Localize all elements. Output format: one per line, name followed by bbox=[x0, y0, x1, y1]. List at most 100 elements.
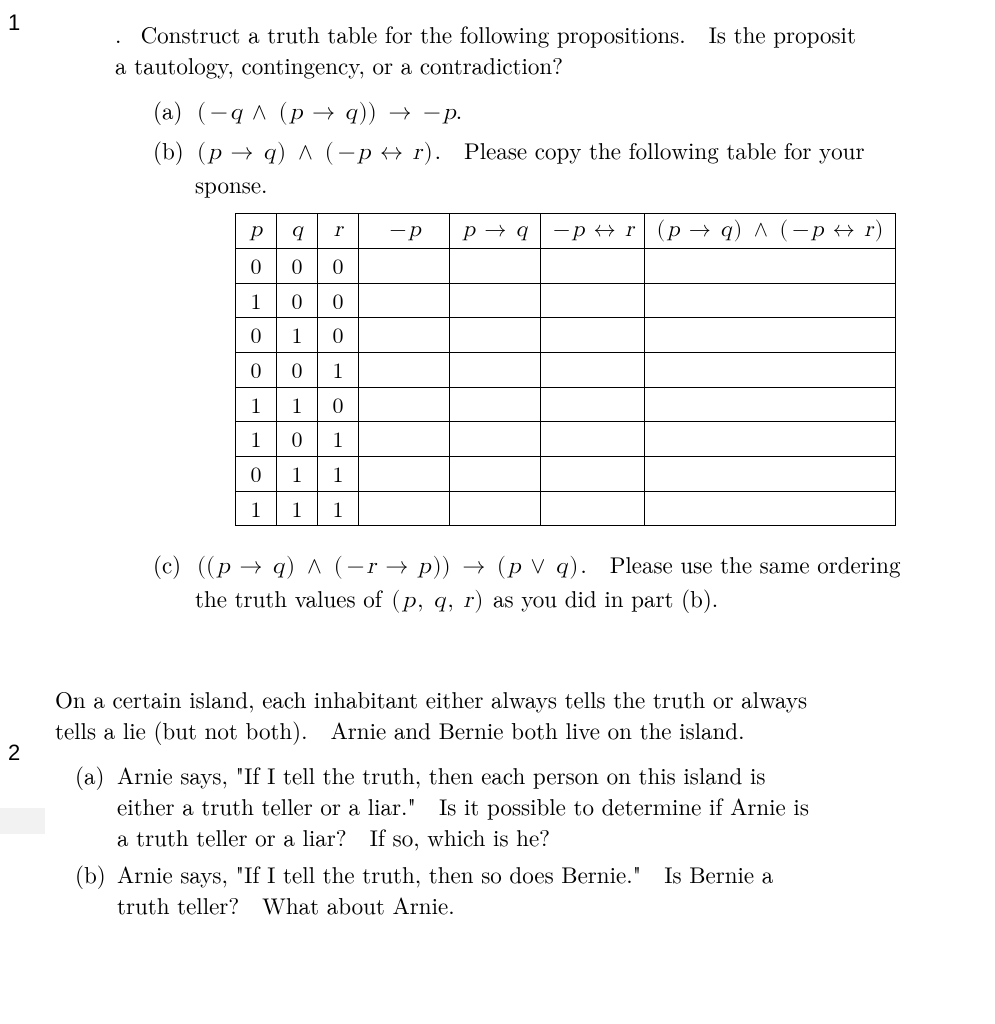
table-cell bbox=[541, 352, 645, 387]
p2a-l2: either a truth teller or a liar." Is it … bbox=[117, 789, 809, 822]
part-b: (b) (p → q) ∧ (−p ↔ r). Please copy the … bbox=[153, 134, 995, 199]
table-cell bbox=[359, 352, 450, 387]
truth-table: p q r −p p → q −p ↔ r (p → q) ∧ (−p ↔ r)… bbox=[235, 213, 896, 526]
problem-1: . Construct a truth table for the follow… bbox=[115, 0, 995, 617]
problem-2: On a certain island, each inhabitant eit… bbox=[55, 623, 995, 920]
problem-2-part-b-label: (b) bbox=[75, 858, 106, 889]
table-cell bbox=[541, 457, 645, 492]
table-cell bbox=[450, 491, 541, 526]
part-c-expression: ((p → q) ∧ (−r → p)) → (p ∨ q). Please u… bbox=[195, 555, 900, 578]
table-cell bbox=[359, 318, 450, 353]
part-c-line2-expr: (p, q, r) bbox=[389, 589, 485, 612]
table-cell: 0 bbox=[277, 283, 318, 318]
table-cell bbox=[450, 352, 541, 387]
part-c-label: (c) bbox=[153, 548, 181, 579]
p2a-l3: a truth teller or a liar? If so, which i… bbox=[117, 820, 550, 853]
col-full: (p → q) ∧ (−p ↔ r) bbox=[644, 214, 896, 249]
problem-2-part-a: (a) Arnie says, "If I tell the truth, th… bbox=[75, 759, 995, 852]
table-cell bbox=[541, 491, 645, 526]
col-not-p: −p bbox=[359, 214, 450, 249]
part-a-label: (a) bbox=[153, 94, 182, 125]
table-cell: 0 bbox=[236, 248, 277, 283]
problem-2-number: 2 bbox=[8, 740, 20, 766]
table-cell bbox=[541, 318, 645, 353]
truth-table-head: p q r −p p → q −p ↔ r (p → q) ∧ (−p ↔ r) bbox=[236, 214, 896, 249]
table-cell bbox=[359, 422, 450, 457]
table-cell: 1 bbox=[277, 457, 318, 492]
leading-dot: . bbox=[115, 17, 121, 50]
col-notp-iff-r: −p ↔ r bbox=[541, 214, 645, 249]
part-b-label: (b) bbox=[153, 134, 184, 165]
col-p-implies-q: p → q bbox=[450, 214, 541, 249]
page: 1 2 . Construct a truth table for the fo… bbox=[0, 0, 995, 920]
table-cell: 0 bbox=[318, 248, 359, 283]
table-row: 100 bbox=[236, 283, 896, 318]
table-cell bbox=[450, 283, 541, 318]
part-a-expression: (−q ∧ (p → q)) → −p. bbox=[195, 101, 462, 124]
part-c: (c) ((p → q) ∧ (−r → p)) → (p ∨ q). Plea… bbox=[153, 548, 995, 616]
table-cell: 0 bbox=[236, 318, 277, 353]
table-cell: 0 bbox=[277, 248, 318, 283]
table-cell bbox=[541, 387, 645, 422]
problem-2-intro: On a certain island, each inhabitant eit… bbox=[55, 683, 995, 745]
table-cell bbox=[450, 248, 541, 283]
col-r: r bbox=[318, 214, 359, 249]
table-row: 111 bbox=[236, 491, 896, 526]
table-cell bbox=[450, 457, 541, 492]
highlight-strip bbox=[0, 808, 45, 834]
table-cell bbox=[644, 457, 896, 492]
table-cell: 1 bbox=[318, 491, 359, 526]
part-c-line2-pre: the truth values of bbox=[195, 581, 389, 614]
p2a-l1: Arnie says, "If I tell the truth, then e… bbox=[117, 758, 765, 791]
table-cell: 1 bbox=[318, 352, 359, 387]
p2b-l2: truth teller? What about Arnie. bbox=[117, 888, 455, 921]
problem-2-part-b: (b) Arnie says, "If I tell the truth, th… bbox=[75, 858, 995, 920]
problem-2-intro-l2: tells a lie (but not both). Arnie and Be… bbox=[55, 713, 745, 746]
table-cell bbox=[644, 491, 896, 526]
part-b-expression: (p → q) ∧ (−p ↔ r). Please copy the foll… bbox=[195, 141, 864, 164]
col-q: q bbox=[277, 214, 318, 249]
table-cell bbox=[644, 352, 896, 387]
table-cell: 0 bbox=[277, 352, 318, 387]
table-cell bbox=[359, 387, 450, 422]
table-cell: 1 bbox=[277, 491, 318, 526]
table-cell: 1 bbox=[277, 318, 318, 353]
table-row: 101 bbox=[236, 422, 896, 457]
col-p: p bbox=[236, 214, 277, 249]
table-cell: 0 bbox=[318, 283, 359, 318]
table-row: 110 bbox=[236, 387, 896, 422]
part-a: (a) (−q ∧ (p → q)) → −p. bbox=[153, 94, 995, 128]
table-cell bbox=[359, 457, 450, 492]
table-cell: 1 bbox=[318, 422, 359, 457]
table-cell bbox=[359, 491, 450, 526]
table-cell bbox=[644, 248, 896, 283]
table-cell: 0 bbox=[236, 352, 277, 387]
part-b-after-line2: sponse. bbox=[195, 167, 267, 200]
table-cell bbox=[644, 422, 896, 457]
table-row: 001 bbox=[236, 352, 896, 387]
table-row: 010 bbox=[236, 318, 896, 353]
table-cell bbox=[450, 422, 541, 457]
truth-table-body: 000100010001110101011111 bbox=[236, 248, 896, 526]
p2b-l1: Arnie says, "If I tell the truth, then s… bbox=[117, 857, 773, 890]
table-row: 011 bbox=[236, 457, 896, 492]
problem-1-intro: . Construct a truth table for the follow… bbox=[115, 18, 995, 80]
table-cell: 1 bbox=[236, 283, 277, 318]
problem-2-parts: (a) Arnie says, "If I tell the truth, th… bbox=[75, 759, 995, 920]
table-cell: 0 bbox=[277, 422, 318, 457]
table-cell: 0 bbox=[318, 318, 359, 353]
intro-line-2: a tautology, contingency, or a contradic… bbox=[115, 48, 563, 81]
table-cell: 1 bbox=[318, 457, 359, 492]
table-cell: 1 bbox=[236, 387, 277, 422]
table-cell bbox=[644, 283, 896, 318]
table-cell bbox=[541, 422, 645, 457]
table-cell bbox=[541, 283, 645, 318]
problem-1-part-c-wrap: (c) ((p → q) ∧ (−r → p)) → (p ∨ q). Plea… bbox=[153, 548, 995, 616]
table-cell bbox=[450, 387, 541, 422]
part-c-line2-post: as you did in part (b). bbox=[485, 581, 718, 614]
table-cell: 0 bbox=[318, 387, 359, 422]
intro-line-1: Construct a truth table for the followin… bbox=[141, 17, 856, 50]
table-cell: 1 bbox=[277, 387, 318, 422]
problem-2-intro-l1: On a certain island, each inhabitant eit… bbox=[55, 682, 807, 715]
table-cell bbox=[644, 387, 896, 422]
